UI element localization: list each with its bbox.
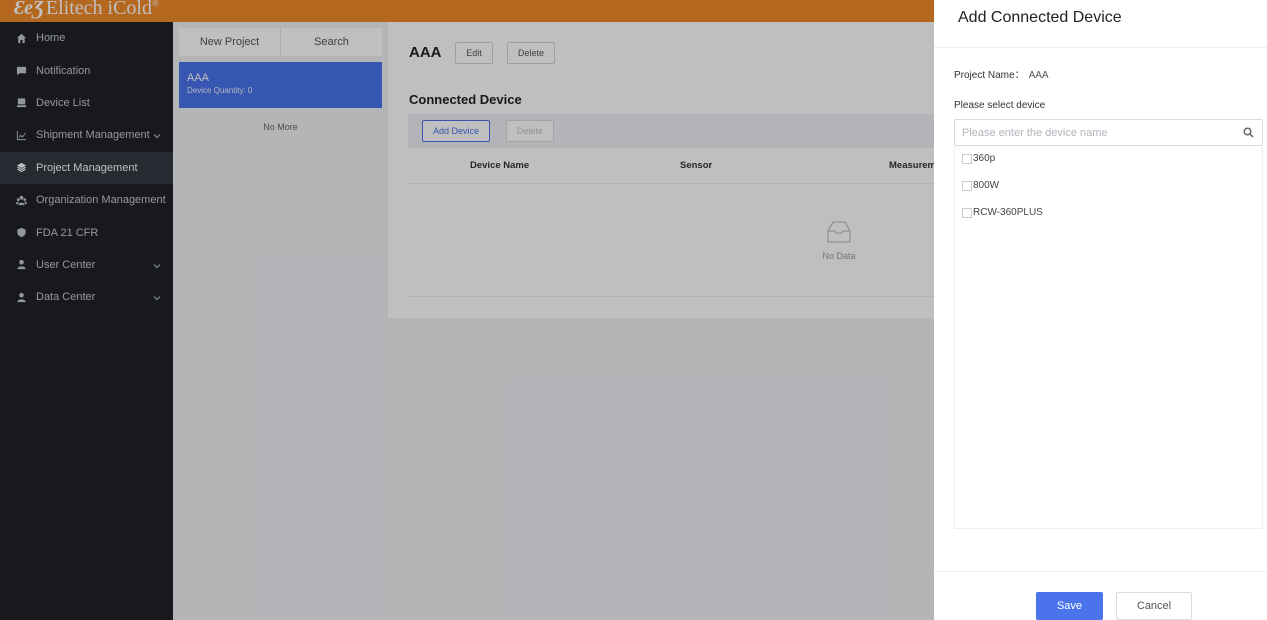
device-search-box <box>954 119 1263 146</box>
save-button[interactable]: Save <box>1036 592 1103 620</box>
project-name-label: Project Name： <box>954 70 1025 81</box>
project-name-value: AAA <box>1028 70 1049 81</box>
device-name: 800W <box>973 180 1000 191</box>
project-name-field: Project Name： AAA <box>954 66 1049 81</box>
device-checkbox[interactable] <box>962 207 972 218</box>
device-checkbox[interactable] <box>962 180 972 191</box>
device-list: 360p 800W RCW-360PLUS <box>954 146 1263 529</box>
add-device-drawer: Add Connected Device Project Name： AAA Pl… <box>934 0 1267 620</box>
drawer-title: Add Connected Device <box>958 9 1122 26</box>
cancel-button[interactable]: Cancel <box>1116 592 1192 620</box>
divider <box>934 47 1267 48</box>
list-item[interactable]: RCW-360PLUS <box>962 207 1043 218</box>
select-device-label: Please select device <box>954 100 1046 111</box>
divider <box>934 571 1267 572</box>
modal-mask[interactable] <box>0 0 934 620</box>
device-search-input[interactable] <box>962 124 1232 142</box>
list-item[interactable]: 800W <box>962 180 999 191</box>
device-checkbox[interactable] <box>962 153 972 164</box>
search-icon[interactable] <box>1243 127 1254 138</box>
device-name: 360p <box>973 153 996 164</box>
device-name: RCW-360PLUS <box>973 207 1043 218</box>
list-item[interactable]: 360p <box>962 153 995 164</box>
